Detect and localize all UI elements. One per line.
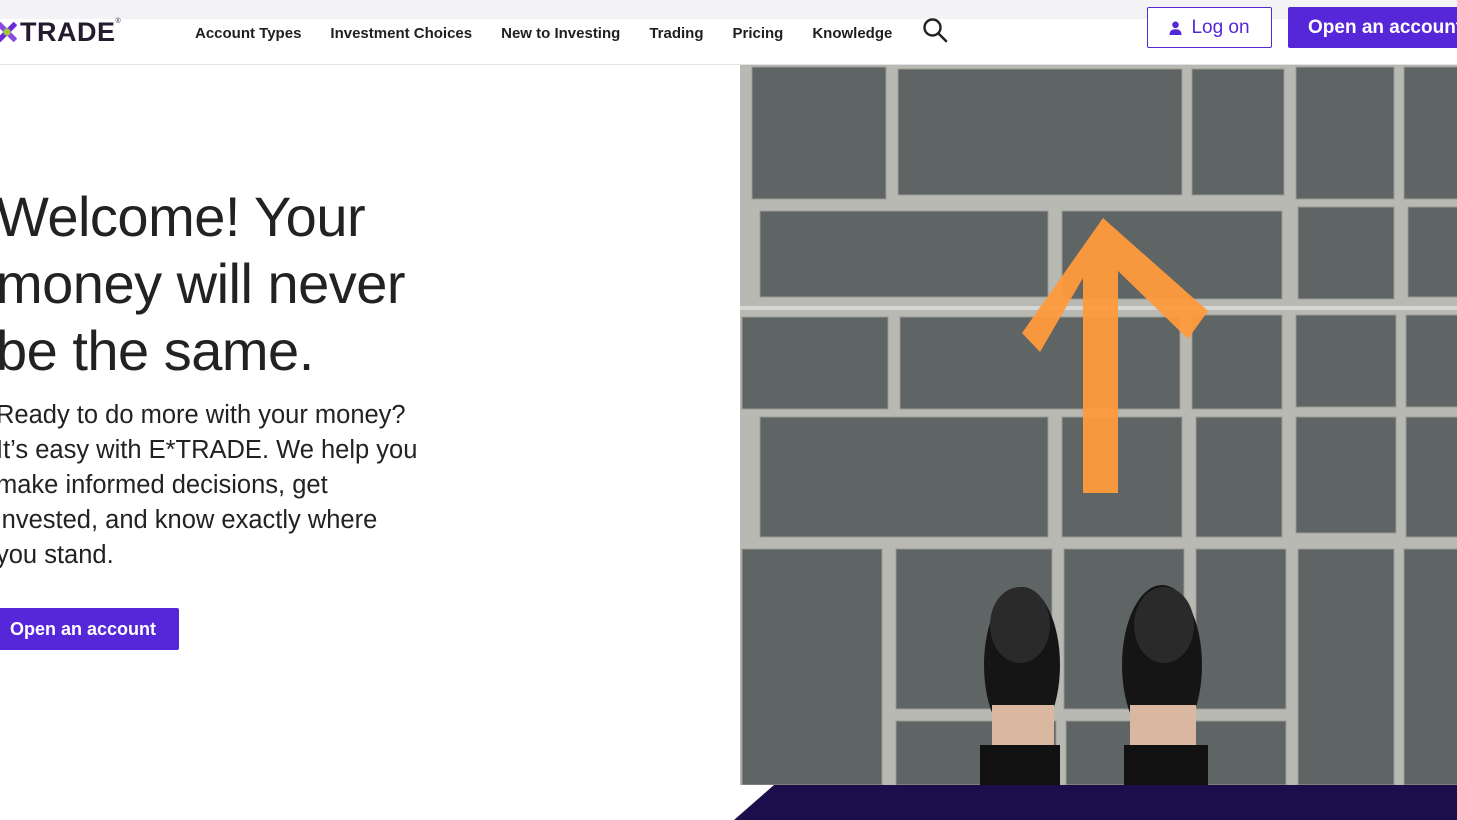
search-button[interactable] xyxy=(921,16,949,44)
hero-title-line: be the same. xyxy=(0,319,314,382)
header-open-account-label: Open an account xyxy=(1308,16,1457,38)
nav-account-types[interactable]: Account Types xyxy=(195,24,301,44)
nav-new-to-investing[interactable]: New to Investing xyxy=(501,24,620,44)
nav-knowledge[interactable]: Knowledge xyxy=(812,24,892,44)
site-header: TRADE ® Account Types Investment Choices… xyxy=(0,0,1457,65)
hero-description: Ready to do more with your money? It’s e… xyxy=(0,398,466,573)
hero-title-line: money will never xyxy=(0,252,406,315)
hero-title-line: Welcome! Your xyxy=(0,185,366,248)
main-nav: Account Types Investment Choices New to … xyxy=(195,24,921,44)
hero-image xyxy=(740,65,1457,785)
hero-description-line: make informed decisions, get xyxy=(0,471,328,499)
search-icon xyxy=(923,18,948,43)
hero-description-line: It’s easy with E*TRADE. We help you xyxy=(0,436,418,464)
hero-title: Welcome! Your money will never be the sa… xyxy=(0,183,466,384)
hero-description-line: you stand. xyxy=(0,541,114,569)
star-logo-icon xyxy=(0,22,17,42)
pavement-arrow-photo xyxy=(740,65,1457,785)
etrade-logo[interactable]: TRADE ® xyxy=(0,16,121,48)
nav-pricing[interactable]: Pricing xyxy=(732,24,783,44)
hero-open-account-label: Open an account xyxy=(10,618,157,639)
hero-description-line: invested, and know exactly where xyxy=(0,506,378,534)
header-open-account-button[interactable]: Open an account xyxy=(1288,7,1457,48)
logo-wordmark: TRADE xyxy=(20,16,116,47)
bottom-band xyxy=(734,785,1457,820)
log-on-label: Log on xyxy=(1191,16,1250,38)
registered-mark: ® xyxy=(115,18,121,25)
log-on-button[interactable]: Log on xyxy=(1147,7,1272,48)
nav-investment-choices[interactable]: Investment Choices xyxy=(330,24,472,44)
hero-open-account-button[interactable]: Open an account xyxy=(0,608,179,650)
hero-description-line: Ready to do more with your money? xyxy=(0,401,406,429)
person-icon xyxy=(1169,21,1182,35)
nav-trading[interactable]: Trading xyxy=(649,24,703,44)
